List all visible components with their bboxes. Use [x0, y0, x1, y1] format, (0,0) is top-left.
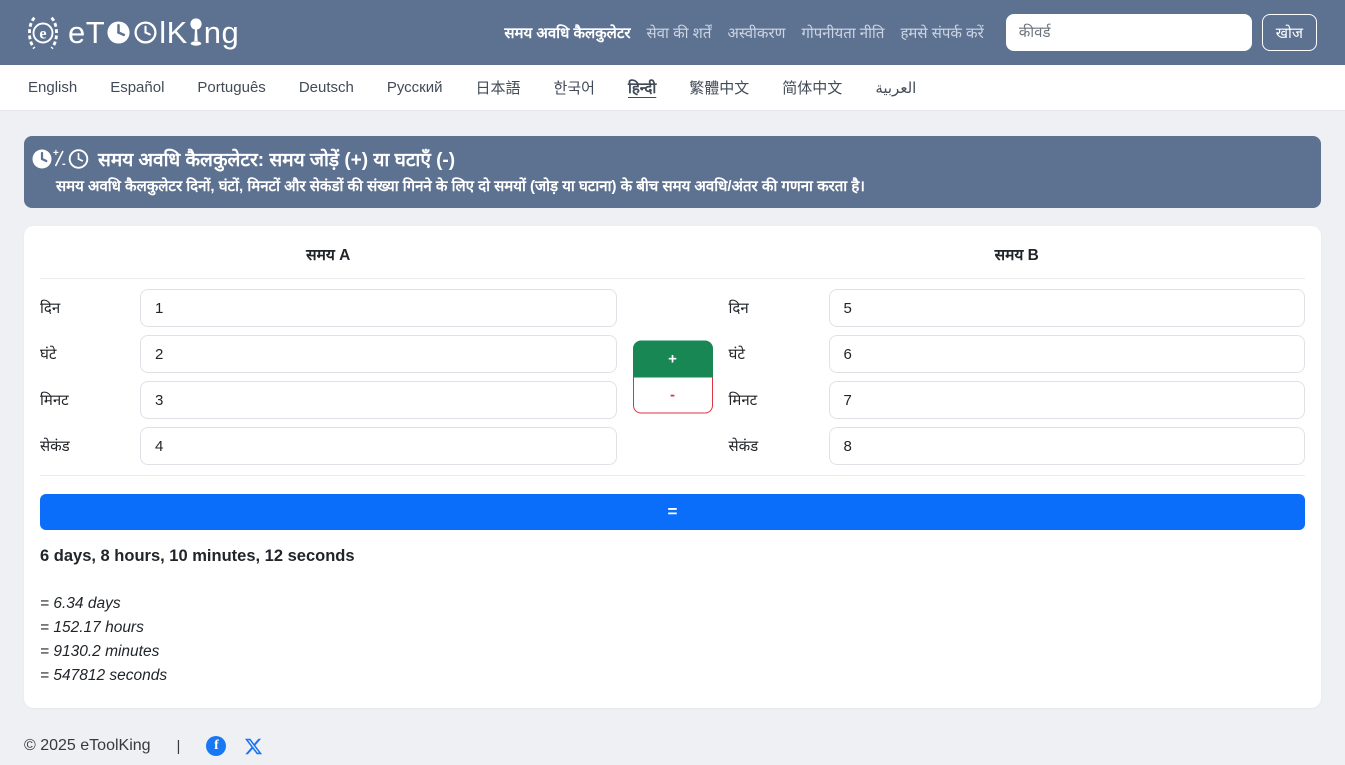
facebook-icon[interactable]: f: [206, 736, 226, 756]
conversion-days: = 6.34 days: [40, 592, 1305, 616]
minutes-input-a[interactable]: [140, 381, 617, 419]
conversion-hours: = 152.17 hours: [40, 616, 1305, 640]
social-links: f: [206, 736, 263, 756]
lang-traditional-chinese[interactable]: 繁體中文: [689, 77, 749, 98]
clock-o-filled-icon: [105, 20, 132, 45]
svg-text:+: +: [53, 148, 59, 159]
logo-text: eT lK: [68, 15, 239, 51]
top-navbar: e eT lK: [0, 0, 1345, 65]
lang-english[interactable]: English: [28, 79, 77, 96]
language-bar: English Español Português Deutsch Русски…: [0, 65, 1345, 111]
seconds-input-a[interactable]: [140, 427, 617, 465]
result-conversions: = 6.34 days = 152.17 hours = 9130.2 minu…: [40, 592, 1305, 688]
logo-text-part3: ng: [204, 15, 239, 51]
seconds-input-b[interactable]: [829, 427, 1306, 465]
nav-link-terms-of-service[interactable]: सेवा की शर्तें: [647, 23, 712, 43]
hours-input-b[interactable]: [829, 335, 1306, 373]
logo-text-part2: lK: [159, 15, 188, 51]
time-inputs-area: दिन घंटे मिनट सेकंड दिन घंटे: [40, 278, 1305, 476]
minutes-input-b[interactable]: [829, 381, 1306, 419]
svg-text:-: -: [62, 158, 66, 170]
lang-hindi[interactable]: हिन्दी: [628, 78, 656, 98]
subtract-operator-button[interactable]: -: [633, 378, 713, 414]
minutes-label-b: मिनट: [729, 390, 829, 410]
page-banner: + - समय अवधि कैलकुलेटर: समय जोड़ें (+) य…: [24, 136, 1321, 208]
lang-simplified-chinese[interactable]: 简体中文: [782, 77, 842, 98]
nav-link-privacy-policy[interactable]: गोपनीयता नीति: [801, 23, 884, 43]
time-a-column: दिन घंटे मिनट सेकंड: [40, 285, 617, 469]
days-label-b: दिन: [729, 298, 829, 318]
clock-o-outline-icon: [132, 20, 159, 45]
navbar-right: समय अवधि कैलकुलेटर सेवा की शर्तें अस्वीक…: [504, 14, 1317, 51]
add-operator-button[interactable]: +: [633, 341, 713, 378]
lang-portugues[interactable]: Português: [197, 79, 265, 96]
time-b-column: दिन घंटे मिनट सेकंड: [729, 285, 1306, 469]
clock-plus-minus-clock-icon: + -: [32, 147, 90, 171]
time-a-header: समय A: [40, 243, 617, 265]
days-input-a[interactable]: [140, 289, 617, 327]
banner-title-row: + - समय अवधि कैलकुलेटर: समय जोड़ें (+) य…: [32, 146, 1311, 172]
seconds-label-b: सेकंड: [729, 436, 829, 456]
logo[interactable]: e eT lK: [24, 14, 239, 52]
time-a-minutes-row: मिनट: [40, 377, 617, 423]
laurel-wreath-emblem-icon: e: [24, 14, 62, 52]
result-summary: 6 days, 8 hours, 10 minutes, 12 seconds: [40, 547, 1305, 566]
time-b-seconds-row: सेकंड: [729, 423, 1306, 469]
time-b-hours-row: घंटे: [729, 331, 1306, 377]
lang-arabic[interactable]: العربية: [875, 79, 916, 97]
header-spacer: [617, 243, 729, 265]
x-twitter-icon[interactable]: [244, 737, 263, 756]
copyright-text: © 2025 eToolKing: [24, 737, 151, 755]
minutes-label-a: मिनट: [40, 390, 140, 410]
equals-calculate-button[interactable]: =: [40, 494, 1305, 530]
lang-russian[interactable]: Русский: [387, 79, 443, 96]
time-a-seconds-row: सेकंड: [40, 423, 617, 469]
search-box: खोज: [1006, 14, 1317, 51]
pin-i-icon: [188, 18, 204, 48]
time-b-header: समय B: [729, 243, 1306, 265]
column-headers: समय A समय B: [40, 226, 1305, 278]
conversion-minutes: = 9130.2 minutes: [40, 640, 1305, 664]
conversion-seconds: = 547812 seconds: [40, 664, 1305, 688]
nav-link-time-duration-calculator[interactable]: समय अवधि कैलकुलेटर: [504, 23, 630, 43]
hours-label-a: घंटे: [40, 344, 140, 364]
svg-text:e: e: [39, 25, 46, 42]
search-input[interactable]: [1006, 14, 1252, 51]
days-label-a: दिन: [40, 298, 140, 318]
page-title: समय अवधि कैलकुलेटर: समय जोड़ें (+) या घट…: [98, 146, 455, 172]
lang-espanol[interactable]: Español: [110, 79, 164, 96]
page-subtitle: समय अवधि कैलकुलेटर दिनों, घंटों, मिनटों …: [56, 176, 1311, 196]
time-b-days-row: दिन: [729, 285, 1306, 331]
hours-input-a[interactable]: [140, 335, 617, 373]
operator-toggle-group: + -: [633, 341, 713, 414]
lang-deutsch[interactable]: Deutsch: [299, 79, 354, 96]
lang-japanese[interactable]: 日本語: [476, 77, 521, 98]
hours-label-b: घंटे: [729, 344, 829, 364]
footer-separator: |: [177, 738, 181, 755]
nav-link-disclaimer[interactable]: अस्वीकरण: [727, 23, 785, 43]
nav-link-contact-us[interactable]: हमसे संपर्क करें: [900, 23, 983, 43]
lang-korean[interactable]: 한국어: [554, 77, 595, 98]
calculator-card: समय A समय B दिन घंटे मिनट सेकंड: [24, 226, 1321, 708]
time-b-minutes-row: मिनट: [729, 377, 1306, 423]
time-a-hours-row: घंटे: [40, 331, 617, 377]
time-a-days-row: दिन: [40, 285, 617, 331]
search-button[interactable]: खोज: [1262, 14, 1317, 51]
nav-links: समय अवधि कैलकुलेटर सेवा की शर्तें अस्वीक…: [504, 23, 983, 43]
days-input-b[interactable]: [829, 289, 1306, 327]
seconds-label-a: सेकंड: [40, 436, 140, 456]
logo-text-part1: eT: [68, 15, 105, 51]
page-footer: © 2025 eToolKing | f: [0, 708, 1345, 765]
